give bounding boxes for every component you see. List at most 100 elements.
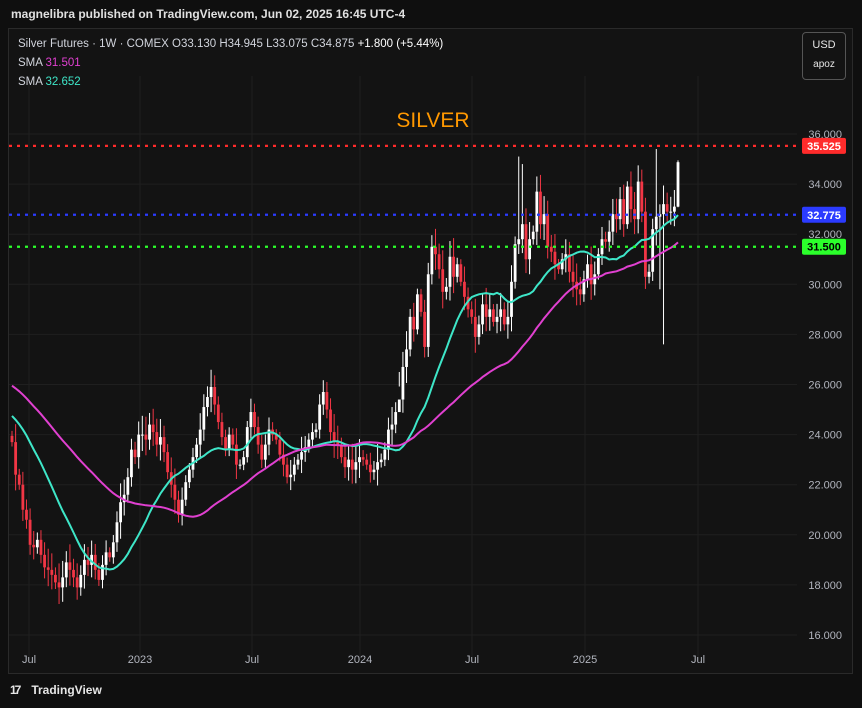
candle[interactable] [528, 222, 531, 275]
candle[interactable] [441, 250, 445, 309]
candle[interactable] [343, 444, 347, 479]
candle[interactable] [151, 408, 155, 446]
candle[interactable] [140, 415, 144, 452]
legend-sma2-row[interactable]: SMA 32.652 [18, 73, 443, 92]
candle[interactable] [300, 436, 303, 474]
candle[interactable] [231, 428, 235, 451]
candle[interactable] [314, 423, 318, 438]
candle[interactable] [35, 532, 39, 554]
candle[interactable] [93, 543, 97, 580]
candle[interactable] [130, 438, 133, 487]
candle[interactable] [202, 394, 206, 441]
candle[interactable] [108, 547, 112, 562]
candle[interactable] [198, 413, 202, 459]
candle[interactable] [531, 225, 535, 245]
candle[interactable] [155, 418, 159, 457]
candle[interactable] [401, 351, 405, 413]
candle[interactable] [101, 555, 104, 589]
candle[interactable] [325, 381, 329, 419]
candle[interactable] [296, 454, 300, 470]
candle[interactable] [75, 563, 79, 600]
candle[interactable] [437, 243, 441, 279]
candle[interactable] [267, 417, 271, 456]
candle[interactable] [126, 468, 130, 503]
candle[interactable] [365, 453, 369, 470]
candle[interactable] [502, 302, 506, 331]
candle[interactable] [227, 427, 231, 457]
candle[interactable] [455, 257, 459, 283]
candle[interactable] [513, 236, 517, 289]
candle[interactable] [397, 371, 401, 413]
candle[interactable] [481, 293, 484, 335]
candle[interactable] [470, 301, 474, 324]
candle[interactable] [560, 253, 564, 275]
legend-sma1-row[interactable]: SMA 31.501 [18, 54, 443, 73]
tradingview-brand[interactable]: 17 TradingView [10, 683, 102, 697]
candle[interactable] [394, 402, 398, 434]
candle[interactable] [263, 434, 267, 469]
candle[interactable] [332, 414, 336, 458]
candle[interactable] [224, 429, 227, 457]
candle[interactable] [220, 412, 224, 446]
candle[interactable] [510, 265, 513, 332]
candle[interactable] [144, 416, 148, 456]
candle[interactable] [354, 446, 358, 484]
candle[interactable] [633, 192, 636, 235]
candle[interactable] [629, 171, 633, 223]
candle[interactable] [517, 156, 521, 255]
candle[interactable] [672, 190, 676, 227]
candle[interactable] [64, 551, 68, 588]
candle[interactable] [54, 567, 57, 589]
candle[interactable] [166, 444, 170, 480]
candle[interactable] [368, 452, 372, 483]
candle[interactable] [289, 459, 293, 491]
candle[interactable] [542, 196, 546, 240]
candle[interactable] [662, 185, 665, 345]
candle[interactable] [390, 407, 394, 445]
candle[interactable] [162, 425, 166, 463]
candle[interactable] [383, 442, 387, 467]
candle[interactable] [477, 315, 481, 345]
candle[interactable] [520, 164, 524, 254]
candle[interactable] [430, 235, 434, 285]
candle[interactable] [419, 288, 423, 317]
candle[interactable] [184, 475, 188, 506]
candle[interactable] [148, 412, 151, 450]
candle[interactable] [260, 435, 264, 469]
candle[interactable] [625, 181, 629, 229]
candle[interactable] [549, 234, 553, 263]
candle[interactable] [376, 444, 379, 486]
candle[interactable] [492, 304, 495, 327]
candle[interactable] [350, 443, 354, 484]
candle[interactable] [495, 303, 499, 334]
candle[interactable] [86, 547, 90, 577]
candle[interactable] [111, 535, 115, 564]
candle[interactable] [285, 457, 289, 484]
candle[interactable] [133, 441, 137, 464]
candle[interactable] [557, 259, 560, 274]
candle[interactable] [17, 468, 21, 490]
candle[interactable] [499, 292, 503, 332]
candle[interactable] [50, 553, 54, 590]
candle[interactable] [647, 264, 651, 284]
candle[interactable] [21, 471, 25, 521]
candle[interactable] [361, 450, 365, 466]
candle[interactable] [484, 287, 488, 332]
candle[interactable] [68, 544, 72, 586]
legend-symbol[interactable]: Silver Futures · 1W · COMEX [18, 38, 169, 50]
candle[interactable] [159, 418, 162, 461]
candle[interactable] [253, 403, 256, 435]
candle[interactable] [488, 293, 492, 331]
candle[interactable] [372, 460, 376, 480]
candle[interactable] [10, 430, 14, 447]
candle[interactable] [676, 160, 680, 208]
candle[interactable] [423, 299, 427, 358]
candle[interactable] [61, 560, 65, 602]
candle[interactable] [586, 254, 589, 288]
candle[interactable] [57, 563, 61, 605]
candle[interactable] [43, 542, 46, 579]
candle[interactable] [72, 558, 75, 588]
candle[interactable] [329, 398, 332, 442]
candle[interactable] [292, 457, 296, 482]
candle[interactable] [506, 300, 510, 339]
